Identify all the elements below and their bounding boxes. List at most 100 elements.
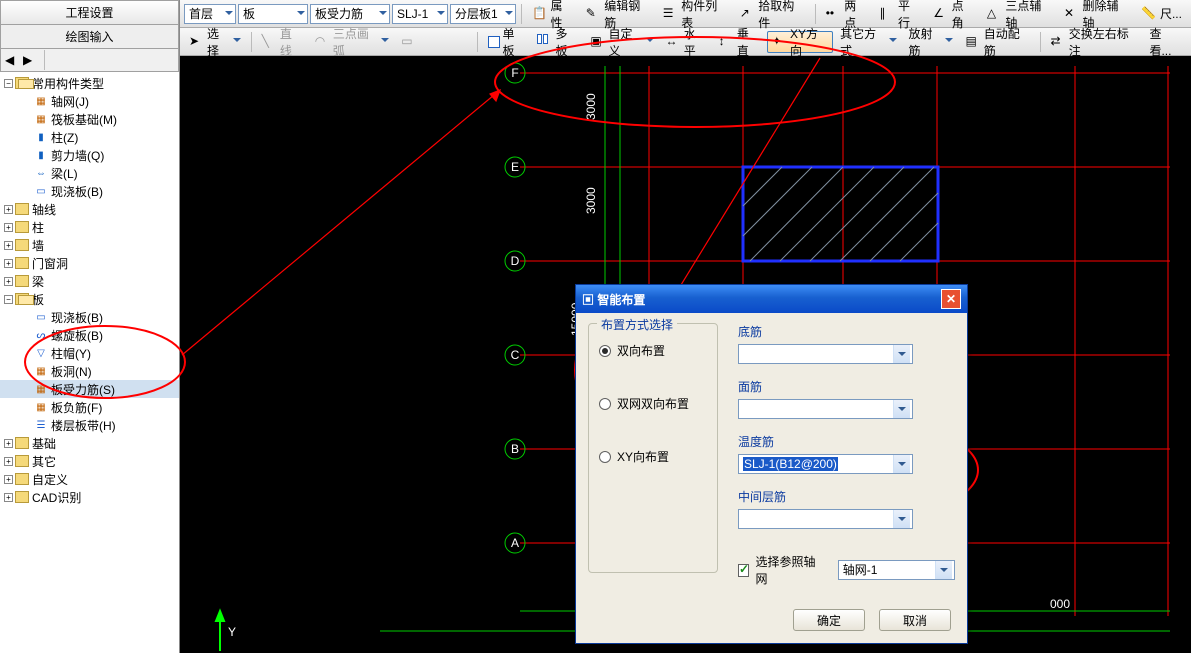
tree-label[interactable]: 轴网(J) bbox=[51, 93, 89, 110]
xy-icon: ✦ bbox=[772, 34, 787, 50]
smart-layout-dialog: ▣ 智能布置 ✕ 布置方式选择 双向布置 双网双向布置 XY向布置 底筋 bbox=[575, 284, 968, 644]
properties-button[interactable]: 📋属性 bbox=[527, 3, 579, 25]
tree-label[interactable]: 轴线 bbox=[32, 201, 56, 218]
two-point-button[interactable]: ••两点 bbox=[821, 3, 873, 25]
line-button[interactable]: ╲直线 bbox=[257, 31, 308, 53]
combo-layer[interactable]: 分层板1 bbox=[450, 4, 516, 24]
expand-icon[interactable]: + bbox=[4, 223, 13, 232]
tree-label[interactable]: 板洞(N) bbox=[51, 363, 92, 380]
temp-rebar-combo[interactable]: SLJ-1(B12@200) bbox=[738, 454, 913, 474]
expand-icon[interactable]: − bbox=[4, 79, 13, 88]
select-button[interactable]: ➤选择 bbox=[184, 31, 246, 53]
tree-label[interactable]: 剪力墙(Q) bbox=[51, 147, 104, 164]
mid-rebar-label: 中间层筋 bbox=[738, 488, 955, 505]
tree-label[interactable]: 其它 bbox=[32, 453, 56, 470]
tree-label[interactable]: 梁(L) bbox=[51, 165, 78, 182]
picker-icon: ↗ bbox=[740, 6, 756, 22]
folder-icon bbox=[15, 473, 29, 485]
tree-label[interactable]: 筏板基础(M) bbox=[51, 111, 117, 128]
tree-label[interactable]: 现浇板(B) bbox=[51, 309, 103, 326]
rect-button[interactable]: ▭ bbox=[396, 31, 422, 53]
dim-bottom: 000 bbox=[1050, 597, 1070, 611]
custom-button[interactable]: ▣自定义 bbox=[585, 31, 658, 53]
view-button[interactable]: 查看... bbox=[1144, 31, 1187, 53]
rebar-icon: ▦ bbox=[34, 382, 48, 396]
expand-icon[interactable]: + bbox=[4, 259, 13, 268]
tree-label[interactable]: CAD识别 bbox=[32, 489, 81, 506]
component-tree[interactable]: − 常用构件类型 ▦轴网(J) ▦筏板基础(M) ▮柱(Z) ▮剪力墙(Q) ⇔… bbox=[0, 72, 179, 632]
tree-label[interactable]: 基础 bbox=[32, 435, 56, 452]
tree-label[interactable]: 现浇板(B) bbox=[51, 183, 103, 200]
single-slab-button[interactable]: 单板 bbox=[483, 31, 530, 53]
top-rebar-combo[interactable] bbox=[738, 399, 913, 419]
dialog-title-bar[interactable]: ▣ 智能布置 ✕ bbox=[576, 285, 967, 313]
arc-button[interactable]: ◠三点画弧 bbox=[310, 31, 395, 53]
bottom-rebar-combo[interactable] bbox=[738, 344, 913, 364]
panel-header-draw[interactable]: 绘图输入 bbox=[0, 24, 179, 48]
folder-icon bbox=[15, 257, 29, 269]
arrow-right-icon[interactable]: ▶ bbox=[23, 53, 37, 67]
vertical-button[interactable]: ↕垂直 bbox=[714, 31, 765, 53]
tree-label[interactable]: 自定义 bbox=[32, 471, 68, 488]
tree-label[interactable]: 门窗洞 bbox=[32, 255, 68, 272]
checkbox-ref-grid[interactable] bbox=[738, 564, 749, 577]
expand-icon[interactable]: + bbox=[4, 205, 13, 214]
radio-icon bbox=[599, 345, 611, 357]
expand-icon[interactable]: + bbox=[4, 277, 13, 286]
ok-button[interactable]: 确定 bbox=[793, 609, 865, 631]
arrow-left-icon[interactable]: ◀ bbox=[5, 53, 19, 67]
expand-icon[interactable]: + bbox=[4, 493, 13, 502]
combo-type[interactable]: 板受力筋 bbox=[310, 4, 390, 24]
expand-icon[interactable]: − bbox=[4, 295, 13, 304]
three-point-aux-button[interactable]: △三点辅轴 bbox=[982, 3, 1057, 25]
xy-direction-button[interactable]: ✦XY方向 bbox=[767, 31, 833, 53]
parallel-icon: ∥ bbox=[879, 6, 894, 22]
expand-icon[interactable]: + bbox=[4, 439, 13, 448]
parallel-button[interactable]: ∥平行 bbox=[874, 3, 926, 25]
tree-label[interactable]: 墙 bbox=[32, 237, 44, 254]
doc-icon: 📋 bbox=[532, 6, 547, 22]
combo-category[interactable]: 板 bbox=[238, 4, 308, 24]
close-button[interactable]: ✕ bbox=[941, 289, 961, 309]
member-list-button[interactable]: ☰构件列表 bbox=[658, 3, 733, 25]
combo-member[interactable]: SLJ-1 bbox=[392, 4, 448, 24]
edit-rebar-button[interactable]: ✎编辑钢筋 bbox=[581, 3, 656, 25]
cancel-button[interactable]: 取消 bbox=[879, 609, 951, 631]
horizontal-button[interactable]: ↔水平 bbox=[661, 31, 712, 53]
radio-double-mesh[interactable]: 双网双向布置 bbox=[599, 395, 707, 412]
radio-bidirectional[interactable]: 双向布置 bbox=[599, 342, 707, 359]
panel-header-settings[interactable]: 工程设置 bbox=[0, 0, 179, 24]
tree-label[interactable]: 柱帽(Y) bbox=[51, 345, 91, 362]
tree-item-selected[interactable]: ▦板受力筋(S) bbox=[0, 380, 179, 398]
tree-label[interactable]: 梁 bbox=[32, 273, 44, 290]
pick-member-button[interactable]: ↗拾取构件 bbox=[735, 3, 810, 25]
multi-slab-icon bbox=[537, 34, 552, 50]
delete-aux-button[interactable]: ✕删除辅轴 bbox=[1059, 3, 1134, 25]
folder-open-icon bbox=[15, 77, 29, 89]
tree-label[interactable]: 板负筋(F) bbox=[51, 399, 102, 416]
tree-root[interactable]: − 常用构件类型 bbox=[0, 74, 179, 92]
point-angle-button[interactable]: ∠点角 bbox=[928, 3, 980, 25]
line-icon: ╲ bbox=[262, 34, 277, 50]
combo-floor[interactable]: 首层 bbox=[184, 4, 236, 24]
dimension-button[interactable]: 📏尺... bbox=[1136, 3, 1187, 25]
auto-rebar-button[interactable]: ▤自动配筋 bbox=[960, 31, 1034, 53]
other-mode-button[interactable]: 其它方式 bbox=[835, 31, 901, 53]
radio-xy[interactable]: XY向布置 bbox=[599, 448, 707, 465]
swap-annotation-button[interactable]: ⇄交换左右标注 bbox=[1045, 31, 1142, 53]
tree-label[interactable]: 柱 bbox=[32, 219, 44, 236]
tree-label[interactable]: 螺旋板(B) bbox=[51, 327, 103, 344]
multi-slab-button[interactable]: 多板 bbox=[532, 31, 583, 53]
mid-rebar-combo[interactable] bbox=[738, 509, 913, 529]
axis-combo[interactable]: 轴网-1 bbox=[838, 560, 955, 580]
radio-label: XY向布置 bbox=[617, 448, 669, 465]
app-icon: ▣ bbox=[582, 293, 597, 307]
folder-icon bbox=[15, 239, 29, 251]
expand-icon[interactable]: + bbox=[4, 475, 13, 484]
expand-icon[interactable]: + bbox=[4, 241, 13, 250]
cap-icon: ▽ bbox=[34, 346, 48, 360]
tree-label[interactable]: 楼层板带(H) bbox=[51, 417, 116, 434]
tree-label[interactable]: 柱(Z) bbox=[51, 129, 78, 146]
radiate-button[interactable]: 放射筋 bbox=[904, 31, 959, 53]
expand-icon[interactable]: + bbox=[4, 457, 13, 466]
